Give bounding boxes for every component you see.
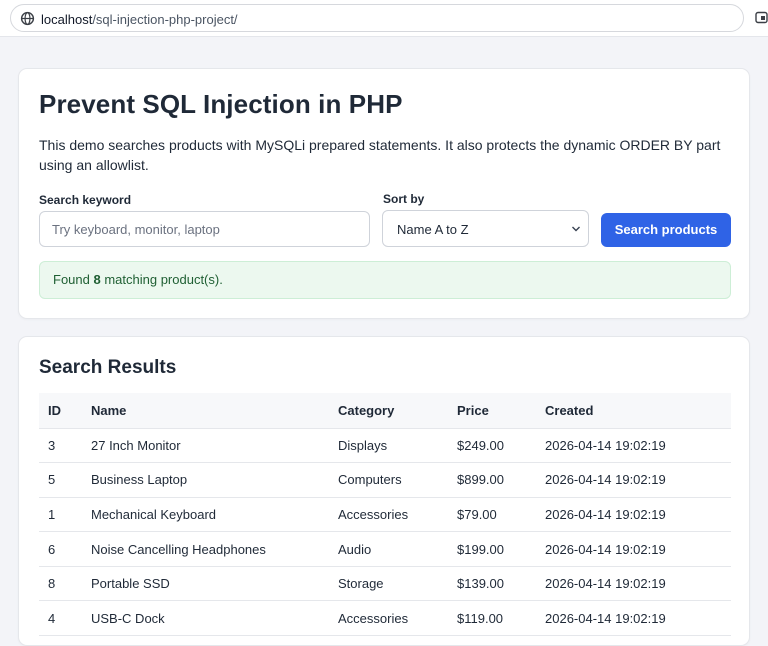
cell-created: 2026-04-14 19:02:19 <box>545 531 731 567</box>
cell-name: Business Laptop <box>81 462 338 498</box>
cell-price: $119.00 <box>457 600 545 637</box>
column-header-id: ID <box>39 393 81 429</box>
cell-created: 2026-04-14 19:02:19 <box>545 462 731 498</box>
cell-name: Noise Cancelling Headphones <box>81 531 338 567</box>
url-host: localhost <box>41 12 93 27</box>
results-card: Search Results ID Name Category Price Cr… <box>18 336 750 646</box>
cell-id: 4 <box>39 600 81 637</box>
browser-toolbar: localhost/sql-injection-php-project/ <box>0 0 768 37</box>
cell-id: 8 <box>39 566 81 602</box>
chevron-down-icon <box>572 226 580 232</box>
cell-name: Portable SSD <box>81 566 338 602</box>
cell-category: Accessories <box>338 497 457 533</box>
search-keyword-input[interactable] <box>39 211 370 247</box>
table-row: 3 27 Inch Monitor Displays $249.00 2026-… <box>39 428 731 464</box>
url-text[interactable]: localhost/sql-injection-php-project/ <box>41 12 238 27</box>
search-card: Prevent SQL Injection in PHP This demo s… <box>18 68 750 319</box>
column-header-name: Name <box>81 393 338 429</box>
results-table: ID Name Category Price Created 3 27 Inch… <box>39 393 731 637</box>
column-header-created: Created <box>545 393 731 429</box>
url-path: /sql-injection-php-project/ <box>92 12 238 27</box>
globe-icon[interactable] <box>20 11 35 26</box>
table-row: 4 USB-C Dock Accessories $119.00 2026-04… <box>39 600 731 637</box>
cell-name: USB-C Dock <box>81 600 338 637</box>
status-prefix: Found <box>53 272 94 287</box>
address-bar[interactable]: localhost/sql-injection-php-project/ <box>10 4 744 32</box>
status-message: Found 8 matching product(s). <box>39 261 731 299</box>
cell-id: 6 <box>39 531 81 567</box>
cell-category: Computers <box>338 462 457 498</box>
cell-category: Accessories <box>338 600 457 637</box>
sort-select[interactable]: Name A to Z <box>382 210 589 247</box>
cell-category: Displays <box>338 428 457 464</box>
cell-created: 2026-04-14 19:02:19 <box>545 497 731 533</box>
cell-price: $139.00 <box>457 566 545 602</box>
cell-created: 2026-04-14 19:02:19 <box>545 428 731 464</box>
sort-selected-value: Name A to Z <box>397 222 469 237</box>
cell-price: $899.00 <box>457 462 545 498</box>
status-count: 8 <box>93 272 101 287</box>
cell-category: Audio <box>338 531 457 567</box>
search-keyword-label: Search keyword <box>39 193 132 207</box>
results-title: Search Results <box>39 357 177 378</box>
cell-price: $249.00 <box>457 428 545 464</box>
column-header-price: Price <box>457 393 545 429</box>
cell-id: 1 <box>39 497 81 533</box>
cell-created: 2026-04-14 19:02:19 <box>545 566 731 602</box>
table-row: 6 Noise Cancelling Headphones Audio $199… <box>39 531 731 567</box>
column-header-category: Category <box>338 393 457 429</box>
table-header-row: ID Name Category Price Created <box>39 393 731 429</box>
cell-id: 5 <box>39 462 81 498</box>
cell-price: $79.00 <box>457 497 545 533</box>
page-title: Prevent SQL Injection in PHP <box>39 89 403 119</box>
table-row: 1 Mechanical Keyboard Accessories $79.00… <box>39 497 731 533</box>
cell-category: Storage <box>338 566 457 602</box>
cell-id: 3 <box>39 428 81 464</box>
table-row: 8 Portable SSD Storage $139.00 2026-04-1… <box>39 566 731 602</box>
cell-name: Mechanical Keyboard <box>81 497 338 533</box>
open-tab-icon[interactable] <box>755 11 768 24</box>
sort-by-label: Sort by <box>383 192 425 206</box>
table-row: 5 Business Laptop Computers $899.00 2026… <box>39 462 731 498</box>
cell-created: 2026-04-14 19:02:19 <box>545 600 731 637</box>
search-products-button[interactable]: Search products <box>601 213 731 247</box>
intro-text: This demo searches products with MySQLi … <box>39 137 721 173</box>
cell-price: $199.00 <box>457 531 545 567</box>
cell-name: 27 Inch Monitor <box>81 428 338 464</box>
status-suffix: matching product(s). <box>100 272 223 287</box>
